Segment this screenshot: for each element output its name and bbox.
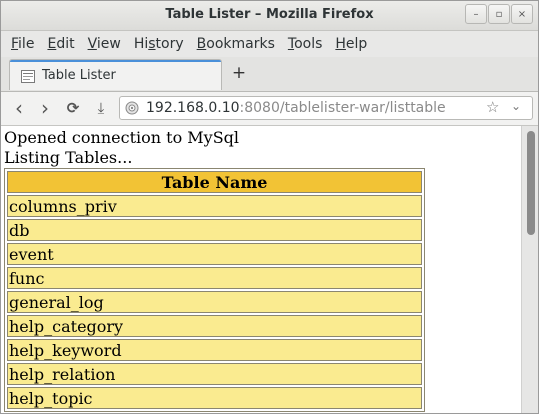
connection-status: Opened connection to MySql [4, 128, 240, 147]
menu-help-accel: H [335, 36, 346, 52]
minimize-button[interactable]: – [465, 4, 487, 24]
menu-file-accel: F [11, 36, 19, 52]
menu-edit[interactable]: Edit [47, 36, 74, 52]
maximize-button[interactable]: ▫ [488, 4, 510, 24]
listing-status: Listing Tables... [4, 148, 133, 167]
table-row: db [7, 219, 422, 241]
url-path: :8080/tablelister-war/listtable [239, 100, 446, 116]
menu-bookmarks-rest: ookmarks [206, 36, 275, 52]
table-row: help_keyword [7, 339, 422, 361]
menu-file[interactable]: File [11, 36, 34, 52]
menu-view[interactable]: View [88, 36, 121, 52]
bookmark-star-icon[interactable]: ☆ [486, 98, 499, 116]
menu-bookmarks-accel: B [196, 36, 207, 52]
navigation-bar: ‹ › ⟳ ⤓ 192.168.0.10:8080/tablelister-wa… [1, 92, 538, 126]
table-cell: help_topic [7, 387, 422, 409]
table-row: help_category [7, 315, 422, 337]
url-text[interactable]: 192.168.0.10:8080/tablelister-war/listta… [146, 100, 446, 116]
chevron-down-icon[interactable]: ⌄ [511, 99, 521, 113]
title-bar: Table Lister – Mozilla Firefox – ▫ × [1, 1, 538, 31]
menu-edit-rest: dit [56, 36, 75, 52]
tab-strip: Table Lister + [1, 57, 538, 92]
window-title: Table Lister – Mozilla Firefox [165, 7, 374, 22]
back-button[interactable]: ‹ [9, 98, 29, 118]
tab-label: Table Lister [42, 68, 116, 83]
forward-button[interactable]: › [35, 98, 55, 118]
table-header-row: Table Name [7, 171, 422, 193]
page-content: Opened connection to MySql Listing Table… [1, 126, 521, 413]
tables-table: Table Name columns_priv db event func ge… [4, 168, 425, 412]
url-host: 192.168.0.10 [146, 100, 240, 116]
table-cell: db [7, 219, 422, 241]
menu-tools[interactable]: Tools [288, 36, 323, 52]
menu-history-accel: s [148, 36, 156, 52]
close-button[interactable]: × [511, 4, 533, 24]
reload-button[interactable]: ⟳ [63, 98, 83, 118]
downloads-button[interactable]: ⤓ [91, 98, 111, 118]
table-cell: general_log [7, 291, 422, 313]
table-row: func [7, 267, 422, 289]
scrollbar-thumb[interactable] [527, 131, 535, 235]
menu-help[interactable]: Help [335, 36, 367, 52]
tab-table-lister[interactable]: Table Lister [9, 59, 222, 90]
menu-help-rest: elp [345, 36, 368, 52]
menu-bar: File Edit View History Bookmarks Tools H… [1, 31, 538, 57]
table-cell: help_relation [7, 363, 422, 385]
menu-edit-accel: E [47, 36, 57, 52]
table-cell: columns_priv [7, 195, 422, 217]
table-cell: help_keyword [7, 339, 422, 361]
menu-tools-rest: ools [294, 36, 323, 52]
menu-history-rest: tory [155, 36, 184, 52]
tab-active-indicator [10, 60, 221, 62]
window-controls: – ▫ × [465, 4, 533, 24]
vertical-scrollbar[interactable] [521, 126, 538, 413]
menu-bookmarks[interactable]: Bookmarks [197, 36, 275, 52]
menu-view-accel: V [87, 36, 97, 52]
browser-window: Table Lister – Mozilla Firefox – ▫ × Fil… [0, 0, 539, 414]
table-row: event [7, 243, 422, 265]
table-cell: help_category [7, 315, 422, 337]
table-row: help_relation [7, 363, 422, 385]
table-row: help_topic [7, 387, 422, 409]
globe-icon [125, 101, 139, 115]
table-cell: func [7, 267, 422, 289]
new-tab-button[interactable]: + [230, 64, 248, 82]
table-header-cell: Table Name [7, 171, 422, 193]
table-row: general_log [7, 291, 422, 313]
table-cell: event [7, 243, 422, 265]
page-icon [21, 70, 35, 83]
table-row: columns_priv [7, 195, 422, 217]
url-bar[interactable]: 192.168.0.10:8080/tablelister-war/listta… [119, 96, 533, 120]
menu-file-rest: ile [18, 36, 35, 52]
menu-history-pre: Hi [133, 36, 149, 52]
menu-history[interactable]: History [134, 36, 184, 52]
menu-view-rest: iew [96, 36, 121, 52]
